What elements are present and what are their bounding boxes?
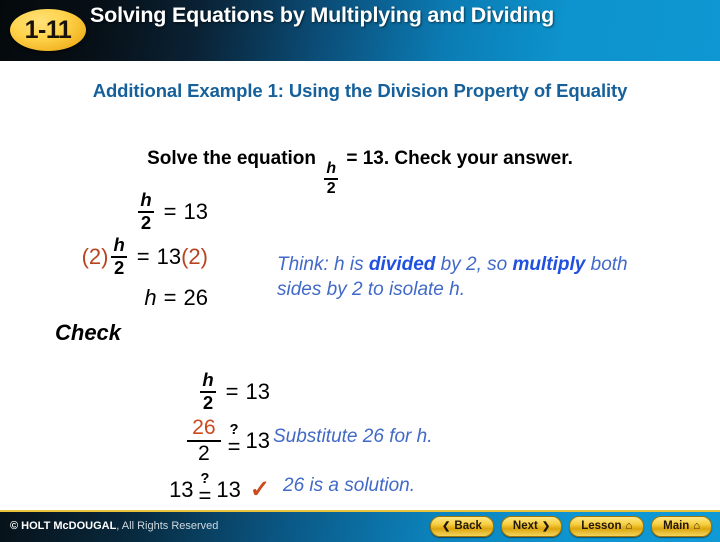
row2-numerator: h: [113, 234, 125, 256]
row6-equals: =: [198, 483, 212, 509]
row4-fraction: h 2: [200, 369, 216, 413]
note-think-bold-divided: divided: [368, 254, 436, 275]
row5-question-equals: ? =: [227, 423, 241, 460]
row4-numerator: h: [202, 369, 214, 391]
main-button[interactable]: Main ⌂: [651, 516, 712, 537]
chevron-right-icon: ❯: [541, 521, 551, 532]
row5-numerator: 26: [192, 415, 216, 439]
note-think: Think: h is divided by 2, so multiply bo…: [277, 252, 637, 302]
row3-value: 26: [183, 285, 208, 310]
prompt-text-before: Solve the equation: [147, 148, 317, 169]
prompt-fraction-numerator: h: [326, 160, 337, 178]
row1-numerator: h: [140, 189, 152, 211]
lesson-button-label: Lesson: [581, 520, 622, 532]
row2-denominator: 2: [113, 257, 125, 278]
row2-left-multiplier: (2): [81, 244, 109, 269]
prompt-text-after: = 13. Check your answer.: [346, 148, 573, 169]
check-row-original: h 2 = 13: [0, 370, 332, 414]
example-subtitle: Additional Example 1: Using the Division…: [92, 80, 628, 101]
row6-right: 13: [216, 477, 241, 502]
row6-question-equals: ? =: [198, 472, 212, 509]
note-substitute: Substitute 26 for h.: [273, 426, 433, 447]
row4-right: 13: [245, 379, 270, 404]
main-button-label: Main: [663, 520, 690, 532]
note-think-part2: by 2, so: [435, 254, 513, 275]
prompt-fraction-denominator: 2: [326, 180, 336, 198]
note-solution: 26 is a solution.: [283, 475, 416, 496]
row5-right: 13: [245, 428, 270, 453]
home-icon: ⌂: [625, 520, 633, 532]
row2-fraction: h 2: [111, 234, 127, 278]
row6-left: 13: [169, 477, 194, 502]
back-button[interactable]: ❮ Back: [430, 516, 494, 537]
note-think-part1: Think: h is: [277, 254, 369, 275]
chevron-left-icon: ❮: [442, 521, 451, 532]
check-heading: Check: [55, 320, 122, 345]
check-mark-icon: ✓: [249, 476, 270, 503]
row3-variable: h: [144, 285, 157, 310]
next-button-label: Next: [512, 520, 538, 532]
row5-denominator: 2: [198, 442, 210, 465]
home-icon: ⌂: [693, 520, 700, 532]
row2-equals: =: [136, 244, 150, 269]
row2-right-multiplier: (2): [181, 244, 208, 269]
row4-equals: =: [225, 379, 239, 404]
row5-equals: =: [227, 434, 241, 460]
lesson-title: Solving Equations by Multiplying and Div…: [90, 3, 555, 27]
equation-row-solution: h = 26: [0, 280, 270, 316]
solution-work-area: h 2 = 13 (2) h 2 = 13 (2) h = 26 Check h…: [0, 190, 270, 507]
lesson-number-badge: 1-11: [10, 9, 86, 51]
copyright-text: © HOLT McDOUGAL, All Rights Reserved: [10, 520, 218, 532]
row1-equals: =: [163, 199, 177, 224]
row1-denominator: 2: [140, 212, 152, 233]
equation-row-multiply-both-sides: (2) h 2 = 13 (2): [0, 234, 270, 280]
equation-row-original: h 2 = 13: [0, 190, 270, 234]
copyright-rights: , All Rights Reserved: [116, 520, 219, 532]
row1-fraction: h 2: [138, 189, 154, 233]
prompt-fraction: h 2: [324, 160, 339, 198]
slide-footer: © HOLT McDOUGAL, All Rights Reserved ❮ B…: [0, 510, 720, 542]
slide-header: 1-11 Solving Equations by Multiplying an…: [0, 0, 720, 61]
copyright-publisher: © HOLT McDOUGAL: [10, 520, 117, 532]
back-button-label: Back: [454, 520, 482, 532]
next-button[interactable]: Next ❯: [500, 516, 563, 537]
lesson-button[interactable]: Lesson ⌂: [569, 516, 645, 537]
row2-right: 13: [156, 244, 182, 269]
row5-fraction: 26 2: [187, 415, 221, 465]
navigation-button-group: ❮ Back Next ❯ Lesson ⌂ Main ⌂: [430, 516, 712, 537]
note-think-bold-multiply: multiply: [512, 254, 586, 275]
row1-right: 13: [183, 199, 208, 224]
row3-equals: =: [163, 285, 177, 310]
row4-denominator: 2: [202, 392, 214, 413]
lesson-number-label: 1-11: [24, 16, 72, 44]
